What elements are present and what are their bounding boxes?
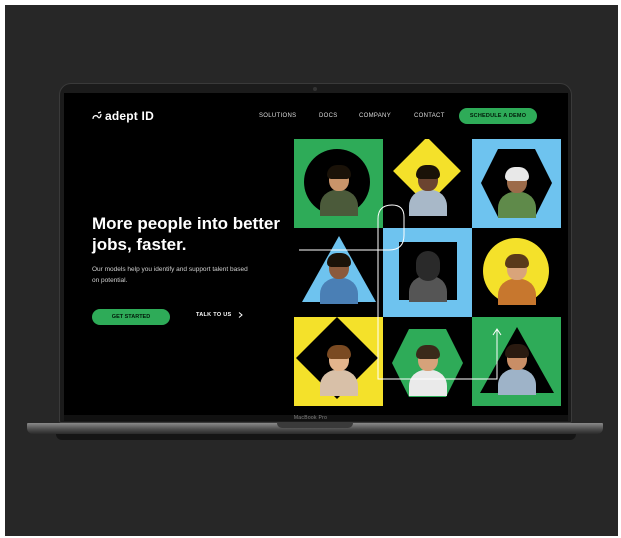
people-mosaic bbox=[294, 139, 561, 406]
schedule-demo-button[interactable]: SCHEDULE A DEMO bbox=[459, 108, 537, 124]
tile-green-circle bbox=[294, 139, 383, 228]
talk-to-us-link[interactable]: TALK TO US bbox=[196, 312, 243, 318]
laptop-base bbox=[27, 423, 603, 434]
person-photo bbox=[408, 165, 447, 216]
device-label: MacBook Pro bbox=[293, 415, 328, 421]
person-photo bbox=[497, 167, 536, 218]
person-photo bbox=[497, 344, 536, 395]
tile-black-hexagon bbox=[383, 317, 472, 406]
trackpad-notch bbox=[277, 423, 353, 428]
tile-black-circle bbox=[472, 228, 561, 317]
talk-to-us-label: TALK TO US bbox=[196, 312, 232, 318]
person-photo bbox=[408, 345, 447, 396]
nav-solutions[interactable]: SOLUTIONS bbox=[259, 113, 296, 119]
tile-blue-hexagon bbox=[472, 139, 561, 228]
top-navigation: adept ID SOLUTIONS DOCS COMPANY CONTACT … bbox=[64, 93, 568, 133]
get-started-button[interactable]: GET STARTED bbox=[92, 309, 170, 325]
nav-docs[interactable]: DOCS bbox=[319, 113, 338, 119]
logo-text: adept ID bbox=[105, 109, 154, 123]
logo-mark-icon bbox=[92, 111, 102, 120]
tile-black-triangle bbox=[294, 228, 383, 317]
camera-dot bbox=[313, 87, 317, 91]
laptop-screen-bezel: adept ID SOLUTIONS DOCS COMPANY CONTACT … bbox=[59, 83, 572, 423]
person-photo bbox=[497, 254, 536, 305]
person-photo bbox=[319, 345, 358, 396]
tile-green-triangle bbox=[472, 317, 561, 406]
tile-yellow-diamond bbox=[294, 317, 383, 406]
chevron-right-icon bbox=[238, 312, 243, 318]
nav-company[interactable]: COMPANY bbox=[359, 113, 391, 119]
brand-logo[interactable]: adept ID bbox=[92, 109, 154, 123]
nav-contact[interactable]: CONTACT bbox=[414, 113, 445, 119]
website-screen: adept ID SOLUTIONS DOCS COMPANY CONTACT … bbox=[64, 93, 568, 415]
person-photo bbox=[319, 165, 358, 216]
person-photo bbox=[408, 251, 447, 302]
tile-black-diamond bbox=[383, 139, 472, 228]
tile-blue-square bbox=[383, 228, 472, 317]
person-photo bbox=[319, 253, 358, 304]
hero-headline: More people into better jobs, faster. bbox=[92, 214, 280, 254]
hero-subtext: Our models help you identify and support… bbox=[92, 266, 248, 284]
laptop-base-shadow bbox=[56, 434, 576, 440]
